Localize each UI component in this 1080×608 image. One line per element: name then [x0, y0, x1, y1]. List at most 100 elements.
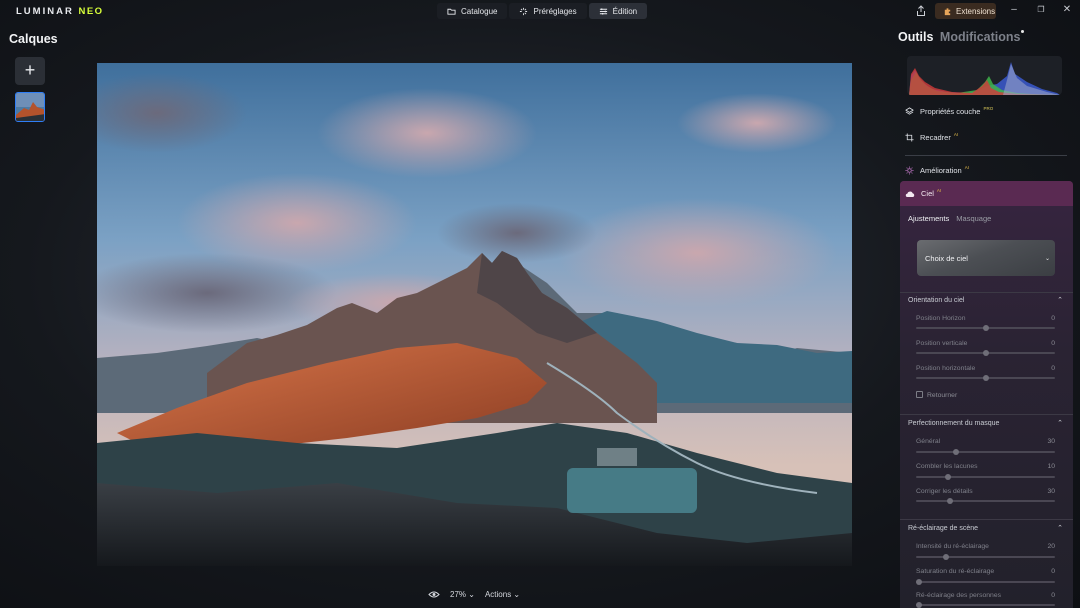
- photo-canvas[interactable]: [97, 63, 852, 566]
- histogram-graph: [909, 62, 1060, 95]
- section-divider: [900, 414, 1073, 415]
- pro-badge: PRO: [983, 105, 994, 111]
- ai-badge: AI: [964, 164, 969, 170]
- tab-presets[interactable]: Préréglages: [509, 3, 587, 19]
- add-layer-button[interactable]: +: [15, 57, 45, 85]
- slider-value: 10: [1047, 463, 1055, 470]
- layers-title: Calques: [9, 32, 58, 46]
- sky-tool-panel: Ciel AI Ajustements Masquage Choix de cie…: [900, 181, 1073, 608]
- sky-tool-title: Ciel: [921, 189, 934, 198]
- tool-layer-properties[interactable]: Propriétés couche PRO: [905, 103, 993, 119]
- subtab-masking[interactable]: Masquage: [956, 214, 991, 223]
- slider-value: 0: [1051, 340, 1055, 347]
- minimize-button[interactable]: –: [1007, 4, 1021, 15]
- slider-label: Combler les lacunes: [916, 463, 978, 470]
- slider-value: 20: [1047, 543, 1055, 550]
- title-bar: LUMINAR NEO Catalogue Préréglages Éditio…: [0, 0, 1080, 22]
- extensions-label: Extensions: [956, 6, 996, 16]
- slider-knob[interactable]: [983, 325, 989, 331]
- chevron-down-icon: ⌄: [468, 589, 475, 599]
- extensions-button[interactable]: Extensions: [935, 3, 996, 19]
- slider-knob[interactable]: [943, 554, 949, 560]
- ai-badge: AI: [936, 188, 942, 193]
- section-relighting-title[interactable]: Ré-éclairage de scène: [908, 525, 978, 532]
- chevron-down-icon: ⌄: [1044, 256, 1050, 262]
- maximize-button[interactable]: ❐: [1034, 5, 1048, 14]
- app-logo-luminar: LUMINAR: [16, 6, 74, 17]
- tab-edition-label: Édition: [612, 6, 638, 16]
- slider-value: 0: [1051, 315, 1055, 322]
- slider-label: Ré-éclairage des personnes: [916, 592, 1002, 599]
- slider-knob[interactable]: [916, 602, 922, 608]
- histogram: [907, 56, 1062, 95]
- section-mask-refinement-title[interactable]: Perfectionnement du masque: [908, 420, 999, 427]
- slider-knob[interactable]: [947, 498, 953, 504]
- layer-thumbnail[interactable]: [15, 92, 45, 122]
- slider-value: 0: [1051, 568, 1055, 575]
- edits-indicator-dot: [1021, 30, 1025, 33]
- layers-icon: [905, 106, 914, 115]
- tool-enhance-label: Amélioration: [920, 165, 962, 175]
- slider-knob[interactable]: [945, 474, 951, 480]
- folder-icon: [447, 8, 456, 15]
- slider-label: Corriger les détails: [916, 488, 973, 495]
- sky-selection-dropdown[interactable]: Choix de ciel ⌄: [917, 240, 1055, 276]
- slider-label: Position verticale: [916, 340, 968, 347]
- slider-label: Saturation du ré-éclairage: [916, 568, 995, 575]
- slider-knob[interactable]: [953, 449, 959, 455]
- presets-icon: [520, 7, 528, 15]
- luminar-window: LUMINAR NEO Catalogue Préréglages Éditio…: [0, 0, 1080, 608]
- cloud-icon: [905, 191, 915, 197]
- slider-label: Général: [916, 438, 941, 445]
- slider-fix-details[interactable]: [916, 500, 1055, 502]
- actions-label: Actions: [484, 589, 512, 599]
- tool-enhance[interactable]: Amélioration AI: [905, 162, 969, 178]
- section-sky-orientation-title[interactable]: Orientation du ciel: [908, 297, 964, 304]
- section-divider: [900, 519, 1073, 520]
- app-logo: LUMINAR NEO: [16, 6, 104, 17]
- chevron-up-icon[interactable]: ⌃: [1057, 524, 1063, 532]
- tool-crop[interactable]: Recadrer AI: [905, 129, 958, 145]
- tool-layer-properties-label: Propriétés couche: [920, 106, 981, 116]
- actions-dropdown[interactable]: Actions ⌄: [485, 590, 520, 599]
- slider-value: 30: [1047, 438, 1055, 445]
- tab-catalogue[interactable]: Catalogue: [437, 3, 508, 19]
- zoom-dropdown[interactable]: 27% ⌄: [450, 590, 475, 599]
- subtab-adjustments[interactable]: Ajustements: [908, 214, 949, 223]
- slider-label: Position horizontale: [916, 365, 976, 372]
- slider-value: 0: [1051, 592, 1055, 599]
- divider: [905, 155, 1067, 156]
- slider-relight-people[interactable]: [916, 604, 1055, 606]
- slider-global[interactable]: [916, 451, 1055, 453]
- bottom-toolbar: 27% ⌄ Actions ⌄: [428, 588, 520, 600]
- tab-presets-label: Préréglages: [533, 6, 577, 16]
- eye-icon[interactable]: [428, 590, 440, 599]
- sky-selection-label: Choix de ciel: [925, 253, 968, 263]
- slider-knob[interactable]: [916, 579, 922, 585]
- mode-tabs: Catalogue Préréglages Édition: [437, 3, 648, 19]
- crop-icon: [905, 132, 914, 142]
- flip-checkbox-label: Retourner: [927, 392, 958, 399]
- slider-close-gaps[interactable]: [916, 476, 1055, 478]
- slider-label: Intensité du ré-éclairage: [916, 543, 989, 550]
- share-icon[interactable]: [915, 5, 927, 17]
- slider-value: 30: [1047, 488, 1055, 495]
- slider-knob[interactable]: [983, 375, 989, 381]
- tab-edition[interactable]: Édition: [588, 3, 648, 19]
- slider-knob[interactable]: [983, 350, 989, 356]
- flip-checkbox[interactable]: [916, 391, 923, 398]
- chevron-up-icon[interactable]: ⌃: [1057, 419, 1063, 427]
- chevron-up-icon[interactable]: ⌃: [1057, 296, 1063, 304]
- right-panel-tabs: Outils Modifications: [898, 30, 1025, 44]
- tab-tools[interactable]: Outils: [898, 30, 933, 44]
- close-button[interactable]: ✕: [1060, 4, 1074, 15]
- section-divider: [900, 292, 1073, 293]
- tool-crop-label: Recadrer: [920, 132, 951, 142]
- landscape-photo: [97, 63, 852, 566]
- tab-edits[interactable]: Modifications: [940, 30, 1021, 44]
- puzzle-icon: [944, 7, 951, 15]
- slider-relight-saturation[interactable]: [916, 581, 1055, 583]
- slider-relight-intensity[interactable]: [916, 556, 1055, 558]
- sky-tool-header[interactable]: Ciel AI: [900, 181, 1073, 206]
- slider-label: Position Horizon: [916, 315, 966, 322]
